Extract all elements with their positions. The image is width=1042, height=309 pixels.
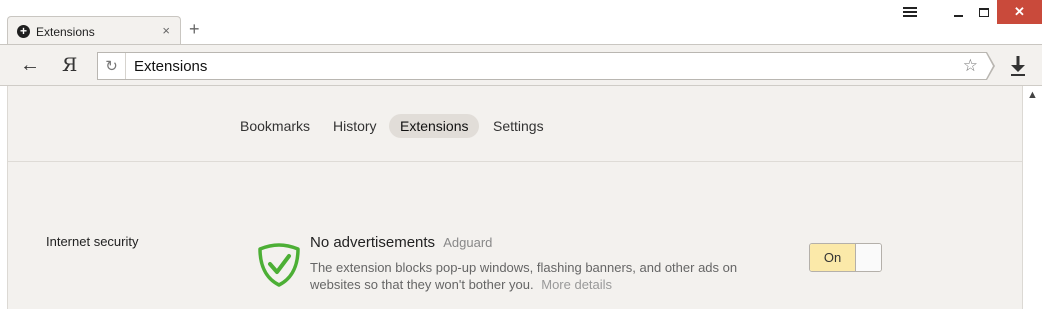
download-icon [1011, 56, 1025, 76]
nav-settings[interactable]: Settings [482, 114, 555, 138]
plus-circle-icon: + [17, 25, 30, 38]
downloads-button[interactable] [1008, 54, 1028, 78]
extension-vendor: Adguard [443, 235, 493, 250]
maximize-icon [979, 7, 989, 17]
back-button[interactable]: ← [20, 55, 40, 75]
extensions-page: Bookmarks History Extensions Settings In… [8, 86, 1022, 309]
close-icon: ✕ [1014, 4, 1025, 19]
hamburger-icon [903, 7, 917, 17]
new-tab-button[interactable]: + [189, 20, 200, 38]
settings-nav: Bookmarks History Extensions Settings [8, 86, 1022, 162]
reload-button[interactable]: ↻ [98, 53, 126, 79]
tab-close-button[interactable]: × [162, 23, 170, 38]
nav-bookmarks[interactable]: Bookmarks [229, 114, 321, 138]
tab-title: Extensions [36, 25, 95, 39]
left-border [0, 86, 8, 309]
tab-extensions[interactable]: + Extensions × [7, 16, 181, 45]
close-window-button[interactable]: ✕ [997, 0, 1042, 24]
minimize-icon [953, 15, 963, 17]
adguard-shield-icon [258, 243, 300, 287]
bookmark-star-icon[interactable]: ☆ [963, 56, 978, 76]
section-label: Internet security [46, 234, 139, 249]
browser-menu-button[interactable] [892, 0, 928, 24]
toggle-knob [855, 244, 881, 271]
scroll-up-icon[interactable]: ▲ [1027, 89, 1038, 101]
extension-toggle[interactable]: On [809, 243, 882, 272]
address-input[interactable] [134, 57, 954, 75]
extension-name: No advertisements [310, 234, 436, 251]
more-details-link[interactable]: More details [541, 277, 612, 292]
extension-title: No advertisements Adguard [310, 234, 492, 251]
nav-extensions[interactable]: Extensions [389, 114, 480, 138]
address-bar[interactable]: ↻ ☆ [97, 52, 987, 80]
yandex-button[interactable]: Я [62, 55, 77, 75]
extension-description: The extension blocks pop-up windows, fla… [310, 260, 738, 292]
toggle-on-label: On [810, 244, 855, 271]
browser-toolbar: ← Я ↻ ☆ [0, 44, 1042, 86]
title-bar: + Extensions × + ✕ [0, 0, 1042, 45]
scrollbar[interactable]: ▲ [1022, 86, 1042, 309]
address-bar-arrow [986, 52, 995, 80]
extension-description-block: The extension blocks pop-up windows, fla… [310, 259, 770, 293]
nav-history[interactable]: History [322, 114, 388, 138]
